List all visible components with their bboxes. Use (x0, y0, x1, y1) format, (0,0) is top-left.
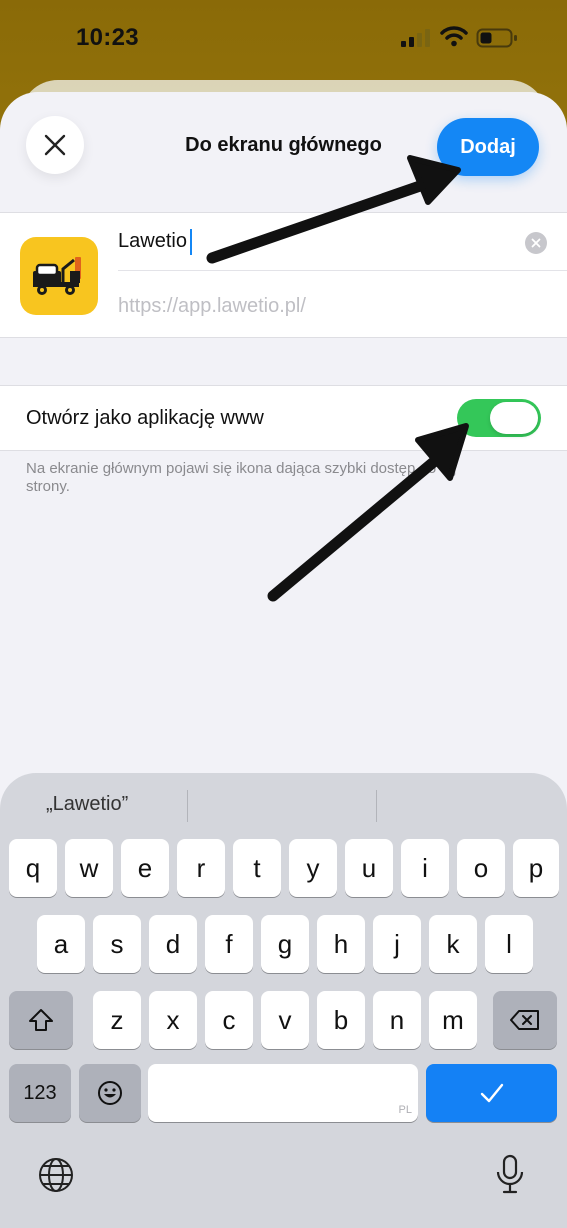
numbers-key[interactable]: 123 (9, 1064, 71, 1122)
key-p[interactable]: p (513, 839, 559, 897)
key-x[interactable]: x (149, 991, 197, 1049)
name-field-row: Lawetio (118, 213, 567, 271)
app-icon (20, 237, 98, 315)
shift-icon (29, 1009, 53, 1031)
web-app-toggle-row: Otwórz jako aplikację www (0, 385, 567, 451)
key-i[interactable]: i (401, 839, 449, 897)
globe-button[interactable] (36, 1155, 76, 1195)
key-h[interactable]: h (317, 915, 365, 973)
web-app-toggle[interactable] (457, 399, 541, 437)
suggestion-item[interactable]: „Lawetio” (46, 793, 128, 816)
globe-icon (39, 1158, 73, 1192)
sheet-header: Do ekranu głównego Dodaj (0, 92, 567, 212)
microphone-icon (496, 1154, 524, 1194)
keyboard-language-tag: PL (398, 1104, 412, 1116)
key-r[interactable]: r (177, 839, 225, 897)
emoji-icon (98, 1081, 122, 1105)
battery-icon (476, 28, 517, 48)
app-url: https://app.lawetio.pl/ (118, 295, 306, 317)
wifi-icon (440, 26, 468, 47)
emoji-key[interactable] (79, 1064, 141, 1122)
done-key[interactable] (426, 1064, 557, 1122)
key-v[interactable]: v (261, 991, 309, 1049)
key-b[interactable]: b (317, 991, 365, 1049)
key-o[interactable]: o (457, 839, 505, 897)
toggle-label: Otwórz jako aplikację www (26, 407, 264, 429)
key-d[interactable]: d (149, 915, 197, 973)
status-bar: 10:23 (0, 0, 567, 80)
cellular-signal-icon (401, 29, 430, 47)
key-s[interactable]: s (93, 915, 141, 973)
key-w[interactable]: w (65, 839, 113, 897)
key-l[interactable]: l (485, 915, 533, 973)
backspace-key[interactable] (493, 991, 557, 1049)
suggestion-divider (187, 790, 188, 822)
add-button[interactable]: Dodaj (437, 118, 539, 176)
key-g[interactable]: g (261, 915, 309, 973)
key-n[interactable]: n (373, 991, 421, 1049)
text-cursor (190, 229, 192, 255)
key-m[interactable]: m (429, 991, 477, 1049)
suggestion-bar: „Lawetio” (0, 773, 567, 837)
key-q[interactable]: q (9, 839, 57, 897)
keyboard: „Lawetio” q w e r t y u i o p a s d f g … (0, 773, 567, 1228)
checkmark-icon (480, 1083, 503, 1103)
key-f[interactable]: f (205, 915, 253, 973)
backspace-icon (510, 1010, 539, 1030)
space-key[interactable]: PL (148, 1064, 418, 1122)
tow-truck-icon (33, 257, 81, 295)
key-c[interactable]: c (205, 991, 253, 1049)
status-time: 10:23 (76, 24, 139, 51)
dictation-button[interactable] (494, 1153, 526, 1197)
app-name-field[interactable]: Lawetio (118, 230, 187, 253)
clear-icon (531, 238, 541, 248)
suggestion-divider (376, 790, 377, 822)
shift-key[interactable] (9, 991, 73, 1049)
app-info-card: Lawetio https://app.lawetio.pl/ (0, 212, 567, 338)
key-t[interactable]: t (233, 839, 281, 897)
key-e[interactable]: e (121, 839, 169, 897)
key-a[interactable]: a (37, 915, 85, 973)
clear-text-button[interactable] (525, 232, 547, 254)
key-u[interactable]: u (345, 839, 393, 897)
key-y[interactable]: y (289, 839, 337, 897)
key-j[interactable]: j (373, 915, 421, 973)
toggle-hint: Na ekranie głównym pojawi się ikona dają… (26, 460, 457, 495)
toggle-knob (490, 402, 538, 434)
key-k[interactable]: k (429, 915, 477, 973)
key-z[interactable]: z (93, 991, 141, 1049)
